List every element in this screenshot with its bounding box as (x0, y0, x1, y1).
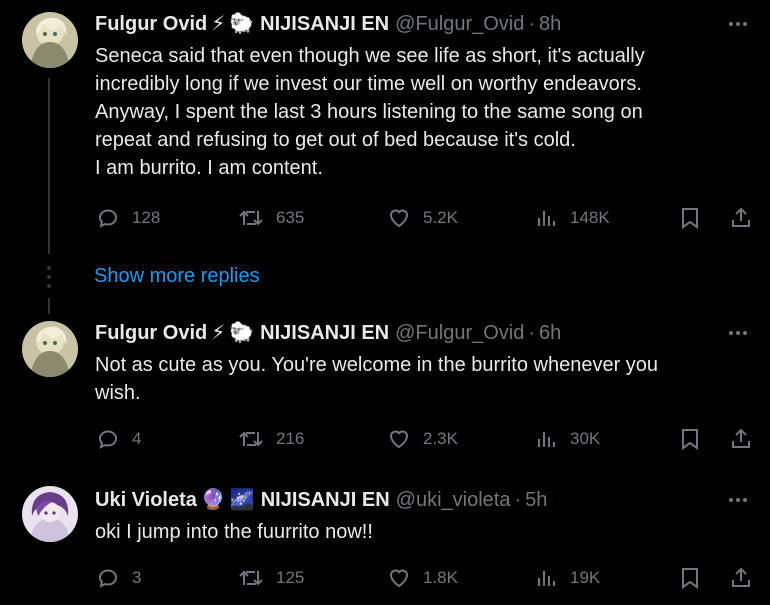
retweet-count: 125 (276, 568, 305, 587)
share-button[interactable] (729, 203, 753, 233)
reply-icon (98, 430, 118, 449)
tweet-text: Not as cute as you. You're welcome in th… (95, 351, 755, 407)
more-options-icon[interactable] (724, 486, 752, 514)
tweet-text: Seneca said that even though we see life… (95, 42, 755, 182)
bookmark-button[interactable] (679, 563, 701, 593)
retweet-icon (239, 570, 263, 586)
user-handle[interactable]: @Fulgur_Ovid (395, 319, 524, 347)
crystal-ball-emoji: 🔮 (200, 489, 226, 511)
tweet[interactable]: Fulgur Ovid ⚡ 🐑 NIJISANJI EN @Fulgur_Ovi… (0, 10, 770, 250)
milky-way-emoji: 🌌 (229, 489, 255, 511)
thread-gap-dots (47, 262, 51, 292)
tweet-text-line: repeat and refusing to get out of bed be… (95, 129, 576, 151)
share-icon (732, 207, 750, 227)
separator-dot: · (528, 322, 536, 344)
tweet-text-line: incredibly long if we invest our time we… (95, 73, 642, 95)
tweet[interactable]: Uki Violeta 🔮 🌌 NIJISANJI EN @uki_violet… (0, 486, 770, 605)
views-count: 30K (570, 429, 601, 448)
display-name[interactable]: Fulgur Ovid (95, 319, 207, 347)
views-button[interactable]: 30K (534, 424, 600, 454)
show-more-replies-link[interactable]: Show more replies (94, 262, 260, 290)
like-button[interactable]: 1.8K (387, 563, 458, 593)
like-count: 5.2K (423, 208, 458, 227)
retweet-button[interactable]: 635 (238, 203, 304, 233)
reply-count: 3 (132, 568, 142, 587)
tweet-actions: 128 635 5.2K 148K (0, 203, 770, 233)
timestamp[interactable]: 8h (539, 10, 561, 38)
tweet-text-line: Seneca said that even though we see life… (95, 45, 645, 67)
views-chart-icon (538, 211, 555, 226)
retweet-icon (239, 431, 263, 447)
tweet-text: oki I jump into the fuurrito now!! (95, 518, 755, 546)
share-button[interactable] (729, 563, 753, 593)
org-label: NIJISANJI EN (260, 489, 390, 511)
bookmark-icon (682, 429, 698, 450)
sheep-emoji: 🐑 (229, 322, 255, 344)
more-options-icon[interactable] (724, 319, 752, 347)
views-chart-icon (538, 571, 555, 586)
tweet-header: Fulgur Ovid ⚡ 🐑 NIJISANJI EN @Fulgur_Ovi… (95, 319, 561, 347)
reply-count: 128 (132, 208, 161, 227)
sheep-emoji: 🐑 (229, 13, 255, 35)
views-count: 19K (570, 568, 601, 587)
reply-count: 4 (132, 429, 142, 448)
avatar[interactable] (22, 321, 78, 377)
retweet-count: 216 (276, 429, 305, 448)
tweet[interactable]: Fulgur Ovid ⚡ 🐑 NIJISANJI EN @Fulgur_Ovi… (0, 319, 770, 469)
share-button[interactable] (729, 424, 753, 454)
like-button[interactable]: 2.3K (387, 424, 458, 454)
bookmark-icon (682, 208, 698, 229)
reply-icon (98, 569, 118, 588)
timestamp[interactable]: 6h (539, 319, 561, 347)
display-name[interactable]: Uki Violeta (95, 486, 197, 514)
like-count: 1.8K (423, 568, 458, 587)
views-count: 148K (570, 208, 610, 227)
bookmark-button[interactable] (679, 424, 701, 454)
tweet-text-line: oki I jump into the fuurrito now!! (95, 521, 373, 543)
tweet-text-line: Anyway, I spent the last 3 hours listeni… (95, 101, 643, 123)
more-options-icon[interactable] (724, 10, 752, 38)
timestamp[interactable]: 5h (525, 486, 547, 514)
tweet-actions: 4 216 2.3K 30K (0, 424, 770, 454)
heart-icon (389, 569, 409, 588)
like-button[interactable]: 5.2K (387, 203, 458, 233)
user-handle[interactable]: @Fulgur_Ovid (395, 10, 524, 38)
tweet-header: Uki Violeta 🔮 🌌 NIJISANJI EN @uki_violet… (95, 486, 547, 514)
reply-button[interactable]: 3 (96, 563, 141, 593)
tweet-header: Fulgur Ovid ⚡ 🐑 NIJISANJI EN @Fulgur_Ovi… (95, 10, 561, 38)
reply-button[interactable]: 4 (96, 424, 141, 454)
share-icon (732, 428, 750, 448)
retweet-count: 635 (276, 208, 305, 227)
tweet-text-line: Not as cute as you. You're welcome in th… (95, 354, 659, 376)
lightning-emoji: ⚡ (211, 322, 226, 344)
retweet-button[interactable]: 125 (238, 563, 304, 593)
avatar[interactable] (22, 486, 78, 542)
views-button[interactable]: 148K (534, 203, 610, 233)
org-label: NIJISANJI EN (260, 13, 390, 35)
heart-icon (389, 209, 409, 228)
display-name[interactable]: Fulgur Ovid (95, 10, 207, 38)
views-button[interactable]: 19K (534, 563, 600, 593)
user-handle[interactable]: @uki_violeta (396, 486, 511, 514)
tweet-actions: 3 125 1.8K 19K (0, 563, 770, 593)
avatar[interactable] (22, 12, 78, 68)
tweet-text-line: wish. (95, 382, 141, 404)
views-chart-icon (538, 432, 555, 447)
reply-icon (98, 209, 118, 228)
bookmark-button[interactable] (679, 203, 701, 233)
lightning-emoji: ⚡ (211, 13, 226, 35)
thread-connector-line (48, 298, 50, 314)
org-label: NIJISANJI EN (260, 322, 390, 344)
retweet-icon (239, 210, 263, 226)
separator-dot: · (528, 13, 536, 35)
retweet-button[interactable]: 216 (238, 424, 304, 454)
share-icon (732, 567, 750, 587)
reply-button[interactable]: 128 (96, 203, 160, 233)
like-count: 2.3K (423, 429, 458, 448)
reply-thread: Fulgur Ovid ⚡ 🐑 NIJISANJI EN @Fulgur_Ovi… (0, 0, 770, 605)
heart-icon (389, 430, 409, 449)
bookmark-icon (682, 568, 698, 589)
separator-dot: · (514, 489, 522, 511)
tweet-text-line: I am burrito. I am content. (95, 157, 323, 179)
